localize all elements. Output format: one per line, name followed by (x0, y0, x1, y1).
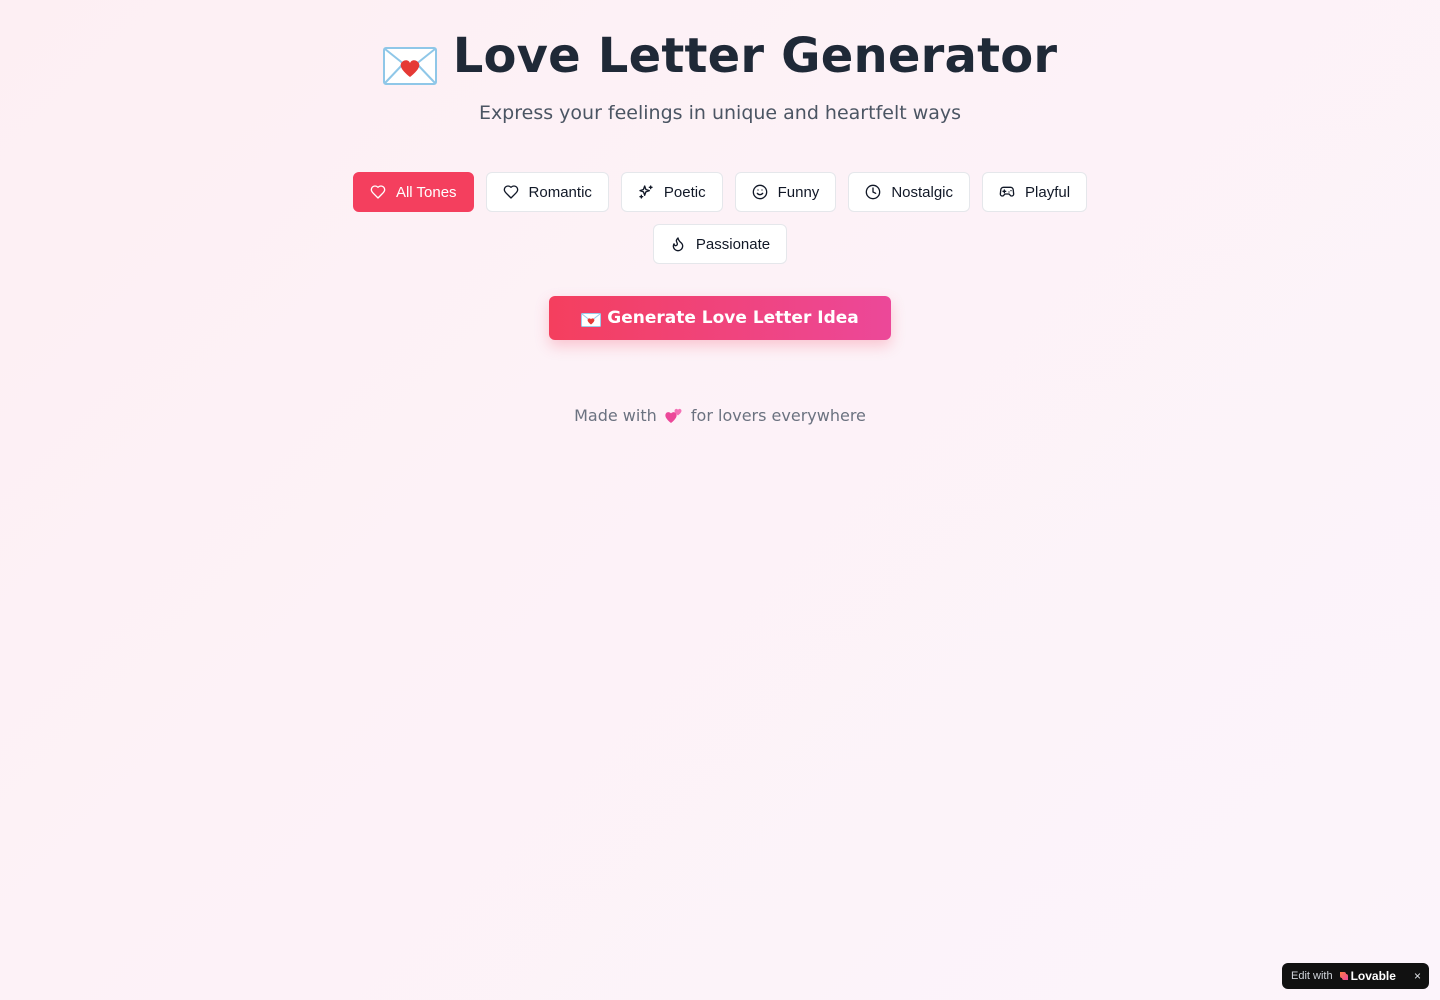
tone-label: Funny (777, 183, 820, 201)
footer: Made with for lovers everywhere (0, 404, 1440, 428)
tone-label: Poetic (663, 183, 706, 201)
tone-romantic-button[interactable]: Romantic (485, 172, 609, 212)
badge-edit-label: Edit with (1291, 970, 1333, 982)
page: Love Letter Generator Express your feeli… (0, 0, 1440, 1000)
sparkles-icon (639, 185, 653, 199)
generate-button-label: Generate Love Letter Idea (607, 308, 859, 328)
generate-love-letter-button[interactable]: Generate Love Letter Idea (549, 296, 891, 340)
tone-label: Playful (1025, 183, 1071, 201)
two-hearts-icon (664, 406, 684, 424)
page-title-text: Love Letter Generator (452, 28, 1058, 84)
tone-label: Passionate (695, 235, 771, 253)
gamepad-icon (999, 186, 1015, 197)
tone-nostalgic-button[interactable]: Nostalgic (848, 172, 971, 212)
page-title: Love Letter Generator (382, 24, 1058, 88)
badge-brand-label: Lovable (1350, 969, 1396, 983)
heart-icon (503, 185, 518, 199)
badge-close-icon[interactable]: × (1414, 969, 1421, 983)
clock-icon (865, 184, 881, 200)
lovable-brand[interactable]: Lovable (1339, 969, 1396, 983)
footer-suffix: for lovers everywhere (690, 406, 866, 425)
tone-all-tones-button[interactable]: All Tones (352, 172, 474, 212)
heart-icon (370, 185, 386, 199)
header: Love Letter Generator Express your feeli… (0, 24, 1440, 127)
tone-poetic-button[interactable]: Poetic (620, 172, 723, 212)
smile-icon (752, 184, 767, 200)
tone-label: Romantic (528, 183, 592, 201)
tone-label: Nostalgic (891, 183, 954, 201)
love-letter-envelope-icon (581, 312, 602, 327)
tone-funny-button[interactable]: Funny (734, 172, 837, 212)
tone-passionate-button[interactable]: Passionate (652, 224, 788, 264)
page-subtitle: Express your feelings in unique and hear… (478, 102, 962, 124)
tone-label: All Tones (395, 183, 457, 201)
lovable-logo-icon (1339, 972, 1348, 980)
generate-section: Generate Love Letter Idea (0, 296, 1440, 340)
love-letter-envelope-icon (382, 37, 437, 85)
footer-prefix: Made with (574, 406, 657, 425)
edit-with-lovable-badge[interactable]: Edit with Lovable × (1282, 963, 1429, 989)
tone-playful-button[interactable]: Playful (982, 172, 1088, 212)
tone-filter-group: All Tones Romantic Poetic Funny Nostalgi… (320, 172, 1120, 264)
flame-icon (672, 237, 684, 252)
